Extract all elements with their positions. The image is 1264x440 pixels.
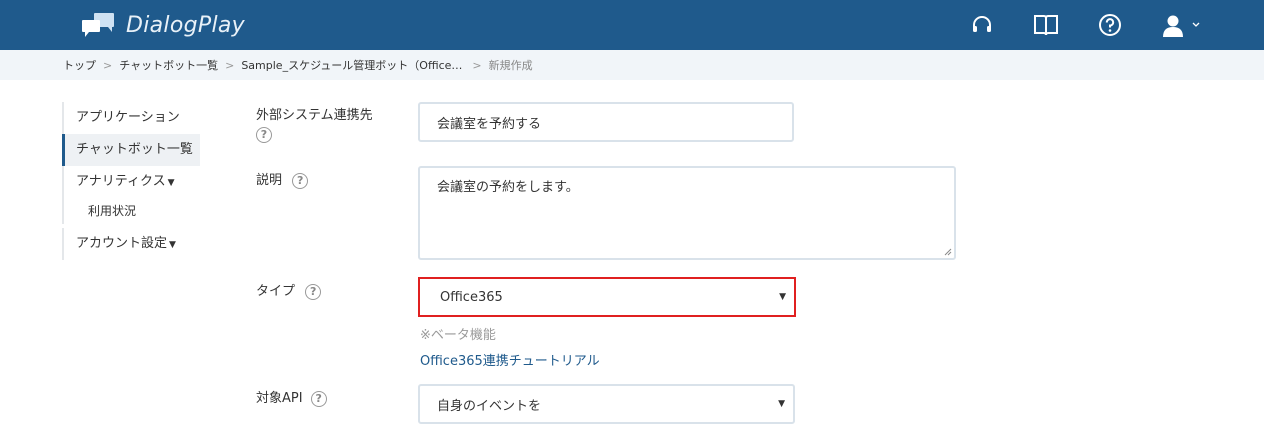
chevron-down-icon — [1192, 22, 1200, 27]
caret-down-icon: ▼ — [169, 240, 176, 250]
target-api-select[interactable]: 自身のイベントを ▼ — [418, 384, 795, 424]
sidebar-item-account-settings[interactable]: アカウント設定 ▼ — [62, 228, 202, 260]
help-icon[interactable] — [1097, 12, 1123, 38]
sidebar-item-label: 利用状況 — [88, 204, 137, 218]
book-icon[interactable] — [1033, 12, 1059, 38]
type-label: タイプ ? — [256, 280, 322, 300]
sidebar: アプリケーション チャットボット一覧 アナリティクス ▼ 利用状況 アカウント設定… — [62, 102, 202, 260]
breadcrumb-separator: > — [225, 58, 235, 72]
app-title: DialogPlay — [126, 12, 245, 38]
sidebar-item-usage[interactable]: 利用状況 — [62, 198, 202, 224]
help-icon[interactable]: ? — [292, 172, 309, 189]
sidebar-item-analytics[interactable]: アナリティクス ▼ — [62, 166, 202, 198]
help-icon[interactable]: ? — [305, 283, 322, 300]
breadcrumb-separator: > — [472, 58, 482, 72]
sidebar-item-label: チャットボット一覧 — [76, 142, 193, 157]
sidebar-item-applications[interactable]: アプリケーション — [62, 102, 202, 134]
sidebar-item-label: アカウント設定 — [76, 236, 168, 251]
top-navbar: DialogPlay — [0, 0, 1264, 50]
sidebar-item-chatbot-list[interactable]: チャットボット一覧 — [62, 134, 200, 166]
user-menu[interactable] — [1160, 12, 1210, 38]
breadcrumb-current: 新規作成 — [488, 59, 533, 72]
sidebar-item-label: アナリティクス — [76, 174, 166, 189]
breadcrumb-bot[interactable]: Sample_スケジュール管理ボット（Office… — [241, 57, 462, 73]
resize-grip-icon[interactable] — [944, 248, 952, 256]
dropdown-arrow-icon: ▼ — [778, 399, 785, 409]
caret-down-icon: ▼ — [167, 178, 175, 188]
breadcrumb-top[interactable]: トップ — [63, 57, 96, 73]
external-system-input[interactable]: 会議室を予約する — [418, 102, 794, 142]
target-api-label: 対象API ? — [256, 387, 327, 407]
headset-icon[interactable] — [969, 12, 995, 38]
breadcrumb-chatbot-list[interactable]: チャットボット一覧 — [119, 57, 218, 73]
chat-bubbles-icon — [82, 13, 114, 37]
description-label: 説明 ? — [256, 169, 309, 189]
description-textarea[interactable]: 会議室の予約をします。 — [418, 166, 956, 260]
app-logo[interactable]: DialogPlay — [80, 9, 245, 41]
external-system-label: 外部システム連携先 ? — [256, 108, 373, 143]
help-icon[interactable]: ? — [256, 127, 272, 143]
breadcrumb-separator: > — [103, 58, 113, 72]
dropdown-arrow-icon: ▼ — [779, 292, 786, 302]
help-icon[interactable]: ? — [310, 390, 327, 407]
beta-note: ※ベータ機能 — [420, 328, 496, 343]
user-icon — [1163, 15, 1183, 37]
office365-tutorial-link[interactable]: Office365連携チュートリアル — [420, 350, 600, 369]
type-select[interactable]: Office365 ▼ — [418, 277, 796, 317]
breadcrumb: トップ > チャットボット一覧 > Sample_スケジュール管理ボット（Off… — [0, 50, 1264, 80]
sidebar-item-label: アプリケーション — [76, 110, 180, 125]
